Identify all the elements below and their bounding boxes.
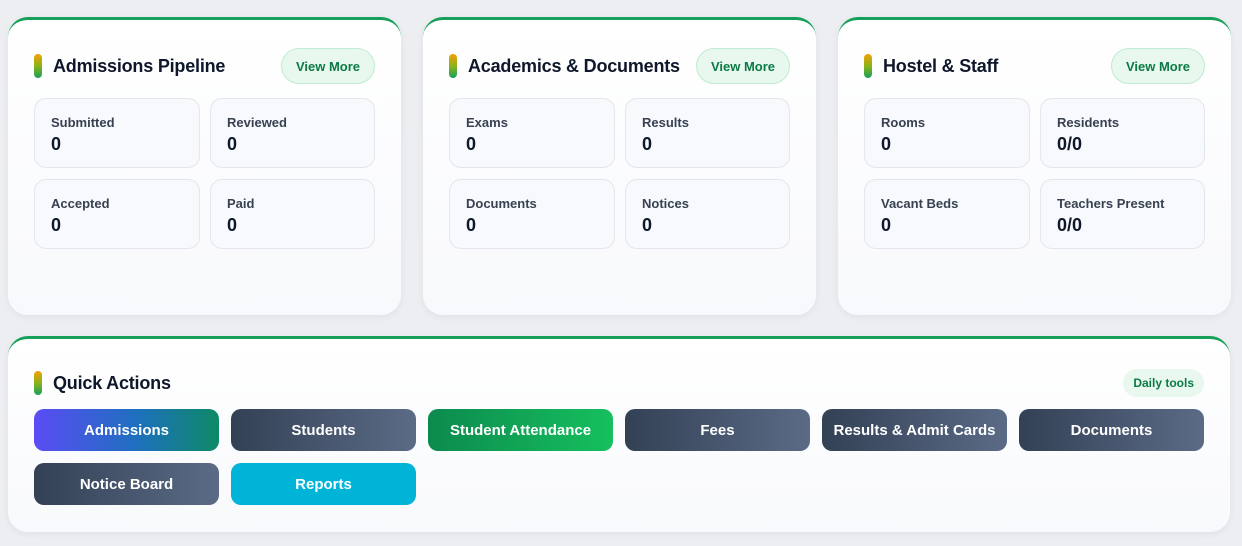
stat-label: Submitted (51, 115, 115, 130)
view-more-button[interactable]: View More (1110, 48, 1205, 84)
stat-teachers-present: Teachers Present 0/0 (1040, 179, 1205, 249)
accent-bar-icon (864, 54, 872, 78)
stat-label: Residents (1057, 115, 1120, 130)
stat-grid: Exams 0 Results 0 Documents 0 Notices 0 (449, 98, 790, 249)
stat-value: 0 (227, 134, 238, 154)
stat-rooms: Rooms 0 (864, 98, 1030, 168)
stat-value: 0 (466, 215, 477, 235)
stat-value: 0 (881, 134, 892, 154)
stat-label: Documents (466, 196, 537, 211)
accent-bar-icon (34, 54, 42, 78)
card-title-wrap: Admissions Pipeline (34, 54, 225, 78)
stat-value: 0 (51, 134, 62, 154)
stat-value: 0/0 (1057, 215, 1083, 235)
card-header: Admissions Pipeline View More (34, 48, 375, 84)
stat-label: Vacant Beds (881, 196, 959, 211)
stat-value: 0 (642, 215, 653, 235)
stat-value: 0 (642, 134, 653, 154)
documents-button[interactable]: Documents (1019, 409, 1204, 451)
card-header: Hostel & Staff View More (864, 48, 1205, 84)
quick-actions-grid: Admissions Students Student Attendance F… (34, 409, 1204, 505)
stat-vacant-beds: Vacant Beds 0 (864, 179, 1030, 249)
card-title-wrap: Hostel & Staff (864, 54, 998, 78)
fees-button[interactable]: Fees (625, 409, 810, 451)
stat-notices: Notices 0 (625, 179, 790, 249)
stat-exams: Exams 0 (449, 98, 615, 168)
stat-value: 0 (227, 215, 238, 235)
stat-accepted: Accepted 0 (34, 179, 200, 249)
stat-results: Results 0 (625, 98, 790, 168)
stat-label: Teachers Present (1057, 196, 1165, 211)
card-header: Academics & Documents View More (449, 48, 790, 84)
results-admit-cards-button[interactable]: Results & Admit Cards (822, 409, 1007, 451)
view-more-button[interactable]: View More (280, 48, 375, 84)
hostel-staff-card: Hostel & Staff View More Rooms 0 Residen… (838, 17, 1231, 315)
stat-label: Results (642, 115, 689, 130)
notice-board-button[interactable]: Notice Board (34, 463, 219, 505)
stat-submitted: Submitted 0 (34, 98, 200, 168)
view-more-button[interactable]: View More (695, 48, 790, 84)
stat-paid: Paid 0 (210, 179, 375, 249)
stat-label: Reviewed (227, 115, 287, 130)
stat-grid: Submitted 0 Reviewed 0 Accepted 0 Paid 0 (34, 98, 375, 249)
stat-residents: Residents 0/0 (1040, 98, 1205, 168)
reports-button[interactable]: Reports (231, 463, 416, 505)
card-title-wrap: Academics & Documents (449, 54, 680, 78)
card-title: Quick Actions (53, 372, 171, 393)
card-header: Quick Actions Daily tools (34, 365, 1204, 401)
stat-label: Paid (227, 196, 255, 211)
stat-value: 0 (881, 215, 892, 235)
stat-reviewed: Reviewed 0 (210, 98, 375, 168)
stat-label: Accepted (51, 196, 110, 211)
academics-documents-card: Academics & Documents View More Exams 0 … (423, 17, 816, 315)
card-title: Academics & Documents (468, 55, 680, 76)
daily-tools-badge: Daily tools (1123, 369, 1204, 397)
stat-grid: Rooms 0 Residents 0/0 Vacant Beds 0 Teac… (864, 98, 1205, 249)
card-title-wrap: Quick Actions (34, 371, 171, 395)
card-title: Admissions Pipeline (53, 55, 226, 76)
stat-value: 0 (51, 215, 62, 235)
stat-label: Exams (466, 115, 508, 130)
stat-documents: Documents 0 (449, 179, 615, 249)
card-title: Hostel & Staff (883, 55, 999, 76)
quick-actions-card: Quick Actions Daily tools Admissions Stu… (8, 336, 1230, 532)
admissions-pipeline-card: Admissions Pipeline View More Submitted … (8, 17, 401, 315)
stat-value: 0/0 (1057, 134, 1083, 154)
admissions-button[interactable]: Admissions (34, 409, 219, 451)
students-button[interactable]: Students (231, 409, 416, 451)
accent-bar-icon (449, 54, 457, 78)
stat-value: 0 (466, 134, 477, 154)
accent-bar-icon (34, 371, 42, 395)
stat-label: Notices (642, 196, 689, 211)
stat-label: Rooms (881, 115, 926, 130)
student-attendance-button[interactable]: Student Attendance (428, 409, 613, 451)
